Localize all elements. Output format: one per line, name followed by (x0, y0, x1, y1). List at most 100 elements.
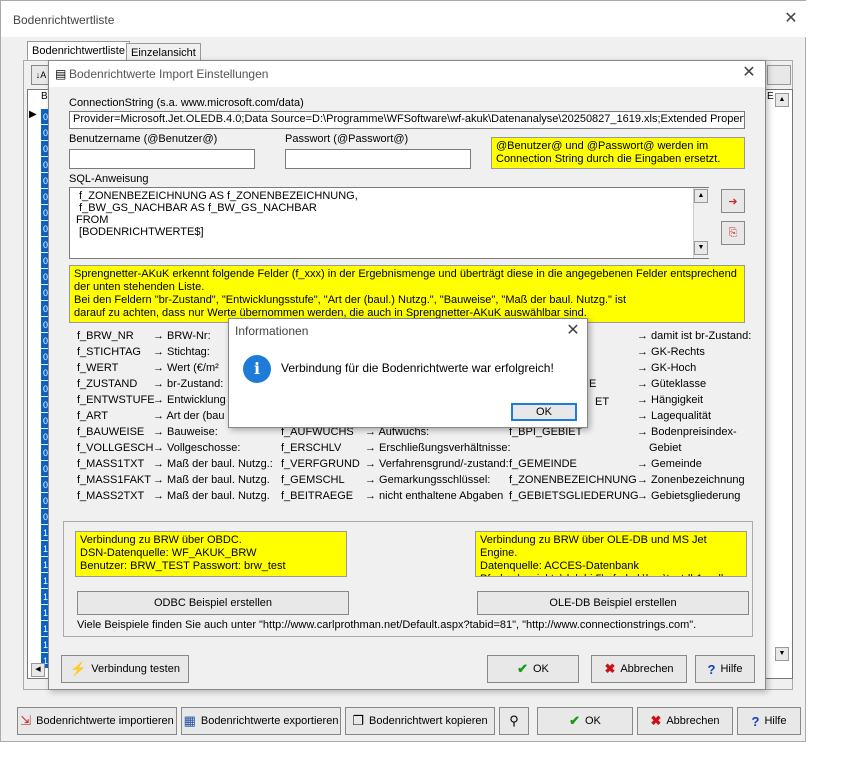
sql-label: SQL-Anweisung (69, 173, 149, 185)
field-target: → Vollgeschosse: (153, 442, 241, 454)
dialog-help-label: Hilfe (720, 663, 743, 675)
field-name: f_GEMEINDE (509, 458, 577, 470)
field-target: → Verfahrensgrund/-zustand: (365, 458, 509, 470)
main-ok-button[interactable]: ✔ OK (537, 707, 633, 735)
sql-save-button[interactable]: ⎘ (721, 221, 745, 245)
import-icon: ⇲ (20, 713, 32, 728)
toolbar-edge (767, 65, 791, 85)
scroll-down-icon[interactable]: ▼ (775, 647, 789, 661)
examples-note: Viele Beispiele finden Sie auch unter "h… (77, 619, 697, 631)
field-target: → br-Zustand: (153, 378, 224, 390)
main-ok-label: OK (585, 715, 601, 727)
field-name: f_VERFGRUND (281, 458, 360, 470)
field-name: f_GEMSCHL (281, 474, 345, 486)
sql-scroll-up-icon[interactable]: ▲ (694, 189, 708, 203)
field-target: → Zonenbezeichnung (637, 474, 745, 486)
user-hint: @Benutzer@ und @Passwort@ werden im Conn… (491, 137, 745, 169)
sql-scroll-down-icon[interactable]: ▼ (694, 241, 708, 255)
field-target: → Maß der baul. Nutzg. (153, 490, 270, 502)
current-row-marker: ▶ (29, 109, 37, 120)
field-target: → GK-Hoch (637, 362, 697, 374)
info-dialog: Informationen ✕ i Verbindung für die Bod… (228, 318, 588, 428)
sql-scrollbar[interactable]: ▲ ▼ (693, 188, 709, 258)
dialog-ok-button[interactable]: ✔ OK (487, 655, 579, 683)
dialog-app-icon: ▤ (55, 67, 67, 81)
field-name: f_ART (77, 410, 108, 422)
field-name-partial: E (589, 378, 597, 390)
test-connection-button[interactable]: ⚡ Verbindung testen (61, 655, 189, 683)
field-target: → BRW-Nr: (153, 330, 211, 342)
user-label: Benutzername (@Benutzer@) (69, 133, 218, 145)
import-button[interactable]: ⇲ Bodenrichtwerte importieren (17, 707, 177, 735)
dialog-cancel-label: Abbrechen (620, 663, 674, 675)
tab-einzelansicht[interactable]: Einzelansicht (126, 43, 201, 61)
save-file-icon: ⎘ (728, 226, 738, 239)
password-input[interactable] (285, 149, 471, 169)
load-file-icon: ➜ (728, 195, 738, 208)
search-button[interactable]: ⚲ (499, 707, 529, 735)
field-target: → Bauweise: (153, 426, 218, 438)
copy-icon: ❐ (352, 713, 365, 728)
checkmark-icon: ✔ (569, 713, 580, 728)
info-ok-button[interactable]: OK (511, 403, 577, 421)
info-icon: i (243, 355, 271, 383)
field-name: f_ZUSTAND (77, 378, 138, 390)
info-title: Informationen (235, 324, 309, 338)
field-target: → Erschließungsverhältnisse: (365, 442, 511, 454)
scroll-left-icon[interactable]: ◀ (31, 663, 45, 677)
copy-button[interactable]: ❐ Bodenrichtwert kopieren (345, 707, 495, 735)
field-name: f_GEBIETSGLIEDERUNG (509, 490, 639, 502)
dialog-help-button[interactable]: ? Hilfe (695, 655, 755, 683)
main-help-label: Hilfe (764, 715, 787, 727)
info-title-bar: Informationen ✕ (229, 319, 587, 343)
field-name: f_BRW_NR (77, 330, 134, 342)
dialog-close-icon[interactable]: ✕ (739, 63, 759, 83)
field-target: → GK-Rechts (637, 346, 705, 358)
dialog-checkmark-icon: ✔ (517, 661, 528, 676)
field-name: f_ZONENBEZEICHNUNG (509, 474, 637, 486)
scroll-up-icon[interactable]: ▲ (775, 93, 789, 107)
tab-bodenrichtwertliste[interactable]: Bodenrichtwertliste (27, 41, 130, 61)
field-target: → Hängigkeit (637, 394, 704, 406)
main-cancel-label: Abbrechen (666, 715, 720, 727)
sql-textarea[interactable]: f_ZONENBEZEICHNUNG AS f_ZONENBEZEICHNUNG… (69, 187, 709, 259)
field-target: → Maß der baul. Nutzg. (153, 474, 270, 486)
connection-label: ConnectionString (s.a. www.microsoft.com… (69, 97, 304, 109)
field-target: → Gemarkungsschlüssel: (365, 474, 491, 486)
dialog-help-icon: ? (707, 661, 716, 677)
connection-string-input[interactable]: Provider=Microsoft.Jet.OLEDB.4.0;Data So… (69, 111, 745, 129)
field-name-partial: ET (595, 396, 610, 408)
field-target: → Maß der baul. Nutzg.: (153, 458, 273, 470)
field-name: f_MASS1FAKT (77, 474, 151, 486)
import-label: Bodenrichtwerte importieren (36, 715, 174, 727)
close-icon[interactable]: ✕ (781, 9, 801, 29)
oledb-example-button[interactable]: OLE-DB Beispiel erstellen (477, 591, 749, 615)
export-button[interactable]: ▦ Bodenrichtwerte exportieren (181, 707, 341, 735)
field-target: → Lagequalität (637, 410, 711, 422)
window-title: Bodenrichtwertliste (13, 13, 115, 27)
field-name: f_MASS1TXT (77, 458, 145, 470)
oledb-info: Verbindung zu BRW über OLE-DB und MS Jet… (475, 531, 747, 577)
export-label: Bodenrichtwerte exportieren (200, 715, 339, 727)
dialog-cancel-button[interactable]: ✖ Abbrechen (591, 655, 687, 683)
main-cancel-button[interactable]: ✖ Abbrechen (637, 707, 733, 735)
export-icon: ▦ (183, 713, 196, 728)
field-name: f_MASS2TXT (77, 490, 145, 502)
info-close-icon[interactable]: ✕ (563, 321, 583, 341)
odbc-example-button[interactable]: ODBC Beispiel erstellen (77, 591, 349, 615)
field-target: → Wert (€/m² (153, 362, 219, 374)
field-target: → Art der (bau (153, 410, 225, 422)
field-name: f_STICHTAG (77, 346, 141, 358)
help-icon: ? (751, 713, 760, 729)
dialog-cross-icon: ✖ (604, 661, 616, 676)
dialog-title-bar: ▤ Bodenrichtwerte Import Einstellungen ✕ (49, 61, 765, 87)
sql-load-button[interactable]: ➜ (721, 189, 745, 213)
field-target: Gebiet (649, 442, 682, 454)
field-target: → damit ist br-Zustand: (637, 330, 752, 342)
copy-label: Bodenrichtwert kopieren (369, 715, 488, 727)
main-help-button[interactable]: ? Hilfe (737, 707, 801, 735)
field-name: f_ENTWSTUFE (77, 394, 155, 406)
test-connection-icon: ⚡ (70, 661, 87, 676)
username-input[interactable] (69, 149, 255, 169)
dialog-title: Bodenrichtwerte Import Einstellungen (69, 67, 269, 81)
